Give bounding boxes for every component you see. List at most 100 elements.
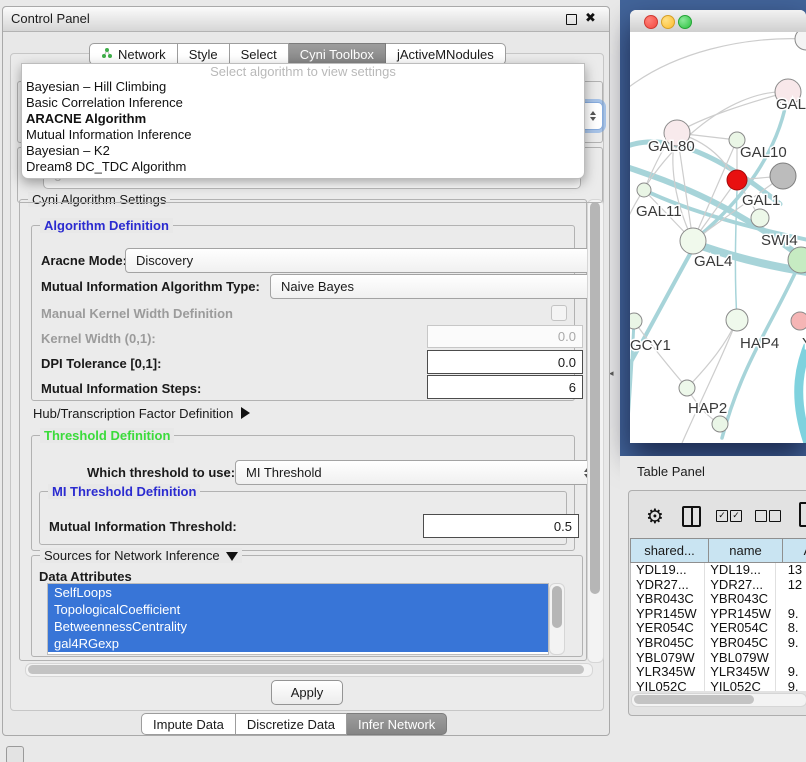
- node-label-gal: GAL: [776, 96, 806, 113]
- table-cell: YLR345W: [631, 665, 705, 680]
- column-header-a[interactable]: A: [783, 538, 806, 563]
- checked-pair-icon[interactable]: ✓: [730, 510, 742, 522]
- network-node-gal11[interactable]: [637, 183, 651, 197]
- table-cell: YDR27...: [631, 578, 705, 593]
- mi-type-combo[interactable]: Naive Bayes: [270, 274, 603, 299]
- table-cell: YBR043C: [631, 592, 705, 607]
- table-row[interactable]: YPR145WYPR145W9.: [631, 607, 806, 622]
- table-cell: YPR145W: [705, 607, 775, 622]
- network-node-hap2[interactable]: [679, 380, 695, 396]
- column-header-shared[interactable]: shared...: [630, 538, 709, 563]
- tab-network[interactable]: Network: [89, 43, 178, 65]
- float-icon[interactable]: [566, 14, 577, 25]
- scrollbar-thumb[interactable]: [634, 695, 754, 704]
- gear-icon[interactable]: ⚙: [646, 504, 664, 529]
- network-node[interactable]: [727, 170, 747, 190]
- document-icon[interactable]: [799, 502, 806, 527]
- network-node-gal4[interactable]: [680, 228, 706, 254]
- table-row[interactable]: YDR27...YDR27...12: [631, 578, 806, 593]
- network-node-hap4[interactable]: [726, 309, 748, 331]
- network-node-gal1[interactable]: [751, 209, 769, 227]
- settings-vertical-scrollbar[interactable]: [587, 199, 604, 663]
- manual-kernel-label: Manual Kernel Width Definition: [41, 306, 233, 321]
- network-node[interactable]: [712, 416, 728, 432]
- scrollbar-thumb[interactable]: [590, 202, 600, 594]
- sources-group-toggle[interactable]: Sources for Network Inference: [40, 548, 242, 563]
- table-horizontal-scrollbar[interactable]: [631, 693, 806, 707]
- manual-kernel-checkbox[interactable]: [551, 305, 567, 321]
- mi-threshold-group-title: MI Threshold Definition: [48, 484, 200, 499]
- application-root: GALGAL80GAL10GAL1GAL11GAL4SWI4GCY1HAP4YH…: [0, 0, 806, 762]
- network-node-y[interactable]: [791, 312, 806, 330]
- network-tab-icon: [101, 47, 113, 62]
- dropdown-item-aracne-algorithm[interactable]: ARACNE Algorithm: [22, 111, 584, 127]
- attribute-item-selfloops[interactable]: SelfLoops: [48, 584, 548, 601]
- hub-section-toggle[interactable]: Hub/Transcription Factor Definition: [33, 406, 250, 421]
- table-cell: 8.: [776, 621, 806, 636]
- tab-jactivemnodules[interactable]: jActiveMNodules: [386, 43, 506, 65]
- checked-pair-icon[interactable]: ✓: [716, 510, 728, 522]
- settings-horizontal-scrollbar[interactable]: [25, 663, 593, 677]
- attribute-item-topologicalcoefficient[interactable]: TopologicalCoefficient: [48, 601, 548, 618]
- aracne-mode-value: Discovery: [136, 253, 193, 268]
- dropdown-placeholder: Select algorithm to view settings: [22, 64, 584, 79]
- close-traffic-light-icon[interactable]: [644, 15, 658, 29]
- data-attributes-label: Data Attributes: [39, 569, 132, 584]
- dpi-tolerance-field[interactable]: 0.0: [427, 350, 583, 374]
- table-row[interactable]: YER054CYER054C8.: [631, 621, 806, 636]
- column-header-name[interactable]: name: [709, 538, 783, 563]
- mi-threshold-field[interactable]: 0.5: [423, 514, 579, 538]
- unchecked-pair-icon[interactable]: [755, 510, 767, 522]
- data-attributes-list[interactable]: SelfLoopsTopologicalCoefficientBetweenne…: [47, 583, 549, 655]
- attribute-item-gal4rgexp[interactable]: gal4RGexp: [48, 635, 548, 652]
- tab-impute-data[interactable]: Impute Data: [141, 713, 236, 735]
- table-cell: 9.: [776, 607, 806, 622]
- close-icon[interactable]: ✖: [585, 10, 596, 26]
- network-node[interactable]: [770, 163, 796, 189]
- table-row[interactable]: YBL079WYBL079W: [631, 651, 806, 666]
- aracne-mode-label: Aracne Mode:: [41, 253, 127, 268]
- network-window-titlebar[interactable]: [630, 10, 806, 33]
- dropdown-item-bayesian-k2[interactable]: Bayesian – K2: [22, 143, 584, 159]
- table-row[interactable]: YDL19...YDL19...13: [631, 563, 806, 578]
- network-canvas[interactable]: GALGAL80GAL10GAL1GAL11GAL4SWI4GCY1HAP4YH…: [630, 32, 806, 443]
- dropdown-item-mutual-information-inference[interactable]: Mutual Information Inference: [22, 127, 584, 143]
- tab-label: Cyni Toolbox: [300, 47, 374, 62]
- minimize-traffic-light-icon[interactable]: [661, 15, 675, 29]
- network-graph[interactable]: GALGAL80GAL10GAL1GAL11GAL4SWI4GCY1HAP4YH…: [630, 32, 806, 443]
- node-label-hap2: HAP2: [688, 400, 727, 417]
- mi-steps-field[interactable]: 6: [427, 375, 583, 399]
- table-cell: YIL052C: [631, 680, 705, 691]
- attributes-list-scrollbar[interactable]: [549, 583, 565, 655]
- dropdown-item-bayesian-hill-climbing[interactable]: Bayesian – Hill Climbing: [22, 79, 584, 95]
- node-label-hap4: HAP4: [740, 335, 779, 352]
- network-window[interactable]: GALGAL80GAL10GAL1GAL11GAL4SWI4GCY1HAP4YH…: [630, 10, 806, 443]
- scrollbar-thumb[interactable]: [552, 586, 562, 628]
- apply-button[interactable]: Apply: [271, 680, 343, 705]
- table-body[interactable]: YDL19...YDL19...13YDR27...YDR27...12YBR0…: [630, 563, 806, 691]
- table-row[interactable]: YBR045CYBR045C9.: [631, 636, 806, 651]
- network-node[interactable]: [795, 32, 806, 50]
- which-threshold-combo[interactable]: MI Threshold: [235, 460, 597, 485]
- tab-discretize-data[interactable]: Discretize Data: [236, 713, 347, 735]
- scrollbar-thumb[interactable]: [28, 665, 584, 674]
- minimized-panel-icon[interactable]: [6, 746, 24, 762]
- table-row[interactable]: YBR043CYBR043C: [631, 592, 806, 607]
- tab-style[interactable]: Style: [178, 43, 230, 65]
- zoom-traffic-light-icon[interactable]: [678, 15, 692, 29]
- attribute-item-betweennesscentrality[interactable]: BetweennessCentrality: [48, 618, 548, 635]
- tab-select[interactable]: Select: [230, 43, 289, 65]
- table-cell: YIL052C: [705, 680, 775, 691]
- dropdown-item-basic-correlation-inference[interactable]: Basic Correlation Inference: [22, 95, 584, 111]
- tab-infer-network[interactable]: Infer Network: [347, 713, 447, 735]
- aracne-mode-combo[interactable]: Discovery: [125, 248, 603, 273]
- control-panel-titlebar[interactable]: Control Panel ✖: [3, 7, 609, 32]
- dropdown-item-dream8-dc-tdc-algorithm[interactable]: Dream8 DC_TDC Algorithm: [22, 159, 584, 175]
- table-row[interactable]: YIL052CYIL052C9.: [631, 680, 806, 691]
- algorithm-dropdown-popup[interactable]: Select algorithm to view settings Bayesi…: [21, 63, 585, 179]
- table-row[interactable]: YLR345WYLR345W9.: [631, 665, 806, 680]
- tab-cyni-toolbox[interactable]: Cyni Toolbox: [289, 43, 386, 65]
- split-columns-icon[interactable]: [682, 506, 701, 527]
- network-node-gcy1[interactable]: [630, 313, 642, 329]
- unchecked-pair-icon[interactable]: [769, 510, 781, 522]
